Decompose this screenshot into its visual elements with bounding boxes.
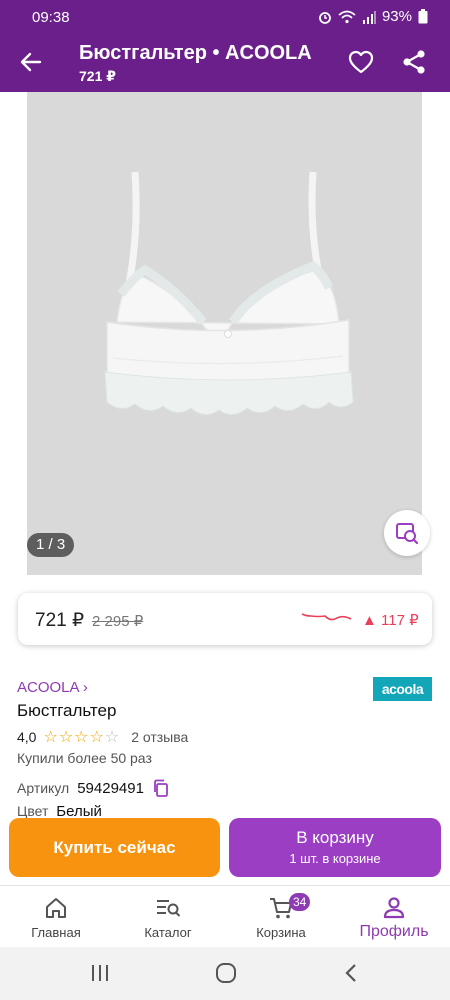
- cart-quantity-note: 1 шт. в корзине: [289, 851, 381, 866]
- nav-home[interactable]: Главная: [0, 886, 112, 948]
- add-to-cart-button[interactable]: В корзину 1 шт. в корзине: [229, 818, 441, 877]
- share-icon[interactable]: [400, 48, 428, 76]
- price-history-sparkline: [301, 613, 352, 621]
- recent-apps-icon[interactable]: [88, 962, 112, 984]
- article-number: 59429491: [77, 779, 144, 797]
- product-name: Бюстгальтер: [17, 701, 117, 720]
- status-bar: 09:38 93%: [0, 0, 450, 34]
- favorite-heart-icon[interactable]: [347, 48, 375, 76]
- header-price: 721 ₽: [79, 68, 116, 84]
- rating-stars: ☆☆☆☆☆: [43, 729, 121, 746]
- product-gallery[interactable]: 1 / 3: [27, 92, 430, 575]
- nav-cart-label: Корзина: [256, 925, 306, 940]
- rating-value: 4,0: [17, 729, 37, 745]
- bottom-nav: Главная Каталог 34 Корзина Профиль: [0, 885, 450, 947]
- home-icon: [46, 898, 66, 918]
- nav-home-label: Главная: [31, 925, 81, 940]
- catalog-search-icon: [157, 900, 181, 917]
- alarm-icon: [319, 11, 331, 24]
- status-icons: 93%: [318, 8, 428, 25]
- current-price: 721 ₽: [35, 610, 85, 631]
- signal-icon: [362, 10, 376, 24]
- system-nav-bar: [0, 947, 450, 1000]
- gallery-counter: 1 / 3: [27, 533, 75, 557]
- article-label: Артикул: [17, 780, 70, 796]
- profile-icon: [383, 897, 405, 919]
- nav-profile-label: Профиль: [359, 923, 429, 940]
- back-arrow-icon[interactable]: [18, 49, 44, 75]
- price-change: ▲ 117 ₽: [362, 612, 419, 629]
- image-search-icon: [396, 523, 419, 545]
- copy-icon[interactable]: [152, 779, 170, 797]
- product-image: [104, 171, 354, 415]
- wifi-icon: [338, 10, 356, 23]
- old-price: 2 295 ₽: [92, 613, 144, 630]
- color-label: Цвет: [17, 803, 49, 819]
- buy-now-button[interactable]: Купить сейчас: [9, 818, 220, 877]
- brand-link[interactable]: ACOOLA ›: [17, 679, 88, 696]
- article-row: Артикул 59429491: [17, 779, 170, 797]
- nav-catalog[interactable]: Каталог: [112, 886, 224, 948]
- purchase-count: Купили более 50 раз: [17, 750, 152, 766]
- nav-catalog-label: Каталог: [144, 925, 192, 940]
- battery-percent: 93%: [381, 8, 412, 25]
- visual-search-button[interactable]: [384, 510, 430, 556]
- app-bar: Бюстгальтер • ACOOLA 721 ₽: [0, 34, 450, 92]
- cart-badge: 34: [289, 893, 311, 911]
- page-title: Бюстгальтер • ACOOLA: [79, 42, 312, 64]
- rating-row[interactable]: 4,0 ☆☆☆☆☆ 2 отзыва: [17, 727, 188, 747]
- home-button-icon[interactable]: [214, 962, 238, 984]
- battery-icon: [418, 9, 428, 24]
- status-time: 09:38: [32, 9, 70, 26]
- nav-cart[interactable]: 34 Корзина: [225, 886, 337, 948]
- reviews-count: 2 отзыва: [131, 729, 189, 745]
- add-to-cart-label: В корзину: [296, 828, 374, 847]
- back-button-icon[interactable]: [340, 962, 364, 984]
- brand-logo[interactable]: acoola: [373, 677, 432, 701]
- price-card[interactable]: 721 ₽ 2 295 ₽ ▲ 117 ₽: [18, 593, 432, 645]
- nav-profile[interactable]: Профиль: [338, 886, 450, 948]
